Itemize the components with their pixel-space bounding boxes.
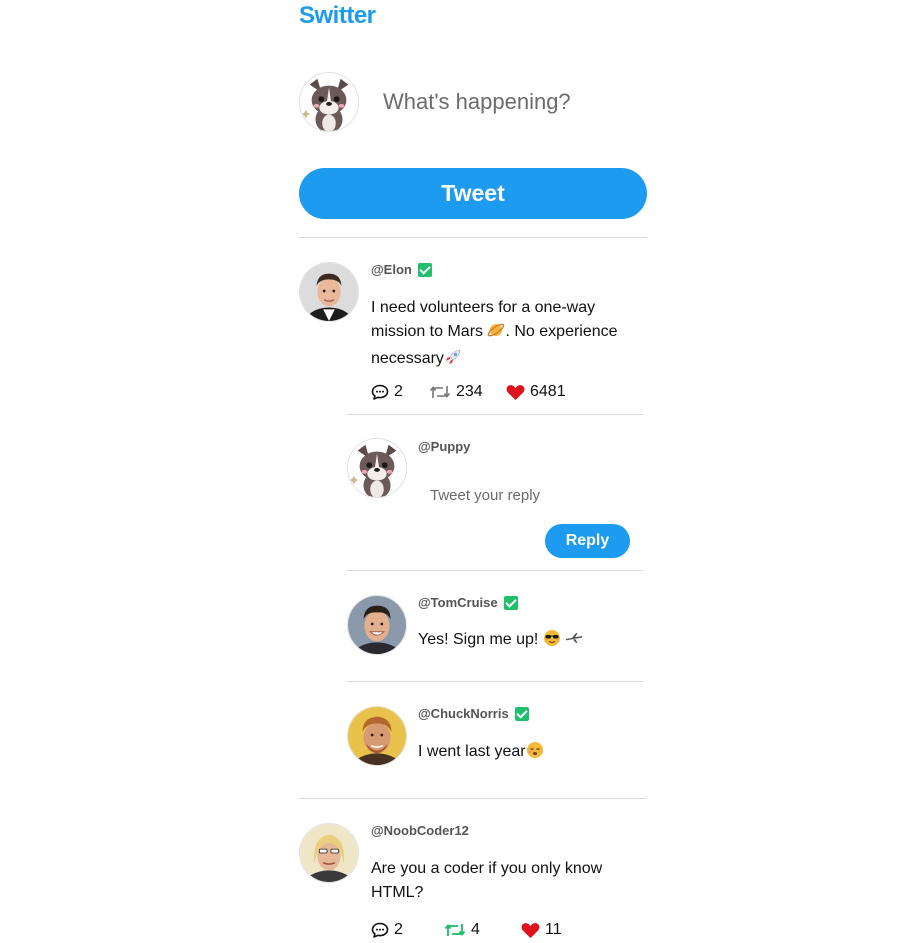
reply-handle[interactable]: @ChuckNorris: [418, 706, 529, 721]
tomcruise-avatar[interactable]: [347, 595, 407, 655]
retweet-count: 234: [456, 383, 483, 400]
retweet-icon: [444, 924, 466, 936]
retweet-action[interactable]: 4: [444, 921, 521, 939]
heart-icon: [506, 384, 525, 400]
retweet-action[interactable]: 234: [429, 383, 506, 401]
tweet-button[interactable]: Tweet: [299, 168, 647, 219]
comment-icon: [371, 922, 389, 938]
handle-text: @TomCruise: [418, 595, 498, 610]
reply-divider: [347, 570, 643, 571]
user-avatar[interactable]: [299, 72, 359, 132]
handle-text: @NoobCoder12: [371, 823, 469, 838]
reply-divider: [347, 681, 643, 682]
tweet-actions: 2 234 6481: [371, 383, 566, 401]
handle-text: @ChuckNorris: [418, 706, 509, 721]
comment-action[interactable]: 2: [371, 921, 444, 939]
retweet-count: 4: [471, 921, 480, 938]
tweet-text: I need volunteers for a one-way mission …: [371, 296, 643, 374]
reply-user-avatar[interactable]: [347, 438, 407, 498]
handle-text: @Elon: [371, 262, 412, 277]
comment-count: 2: [394, 921, 403, 938]
elon-avatar-image: [300, 263, 358, 321]
verified-check-icon: [417, 262, 432, 277]
tomcruise-avatar-image: [348, 596, 406, 654]
comment-icon: [371, 384, 389, 400]
planet-emoji: [487, 321, 505, 347]
chucknorris-avatar-image: [348, 707, 406, 765]
feed-divider: [299, 798, 647, 799]
sleepy-emoji: [526, 741, 544, 767]
tweet-handle[interactable]: @Elon: [371, 262, 432, 277]
tweet-actions: 2 4 11: [371, 921, 562, 939]
like-count: 6481: [530, 383, 566, 400]
reply-handle[interactable]: @TomCruise: [418, 595, 518, 610]
airplane-emoji: [565, 629, 583, 655]
reply-text-part: Yes! Sign me up!: [418, 631, 539, 648]
puppy-avatar-image: [348, 439, 406, 497]
reply-divider: [347, 414, 643, 415]
compose-input[interactable]: [383, 86, 633, 118]
handle-text: @Puppy: [418, 439, 471, 454]
retweet-icon: [429, 386, 451, 398]
puppy-avatar-image: [300, 73, 358, 131]
elon-avatar[interactable]: [299, 262, 359, 322]
verified-check-icon: [503, 595, 518, 610]
rocket-emoji: [444, 348, 462, 374]
brand-title[interactable]: Switter: [299, 2, 376, 30]
reply-text: I went last year: [418, 740, 638, 767]
feed-divider: [299, 237, 647, 238]
like-action[interactable]: 11: [521, 921, 562, 939]
comment-action[interactable]: 2: [371, 383, 429, 401]
tweet-text: Are you a coder if you only know HTML?: [371, 860, 603, 901]
reply-text-part: I went last year: [418, 743, 526, 760]
tweet-handle[interactable]: @NoobCoder12: [371, 823, 469, 838]
heart-icon: [521, 922, 540, 938]
reply-user-handle[interactable]: @Puppy: [418, 439, 470, 454]
like-count: 11: [545, 921, 562, 938]
reply-button[interactable]: Reply: [545, 524, 630, 558]
noobcoder-avatar[interactable]: [299, 823, 359, 883]
reply-input[interactable]: [430, 484, 610, 506]
sunglasses-emoji: [543, 629, 561, 655]
like-action[interactable]: 6481: [506, 383, 566, 401]
chucknorris-avatar[interactable]: [347, 706, 407, 766]
verified-check-icon: [514, 706, 529, 721]
comment-count: 2: [394, 383, 403, 400]
noobcoder-avatar-image: [300, 824, 358, 882]
reply-text: Yes! Sign me up!: [418, 628, 638, 655]
